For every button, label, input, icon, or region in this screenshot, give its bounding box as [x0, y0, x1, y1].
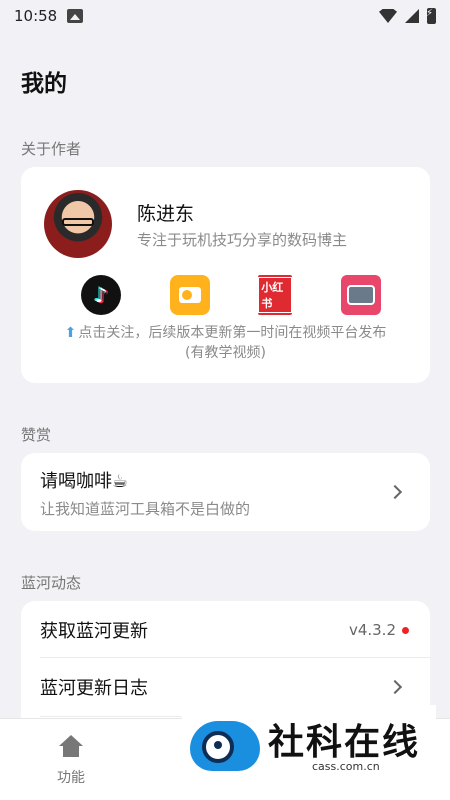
update-dot-badge: [402, 627, 409, 634]
reward-subtitle: 让我知道蓝河工具箱不是白做的: [40, 500, 251, 518]
reward-title: 请喝咖啡☕: [40, 471, 129, 492]
chevron-right-icon: [387, 679, 403, 695]
douyin-icon[interactable]: ♪: [81, 275, 121, 315]
platform-links: ♪ 小红书: [81, 275, 381, 315]
reward-coffee-row[interactable]: 请喝咖啡☕ 让我知道蓝河工具箱不是白做的: [21, 453, 430, 531]
xhs-logo-text: 小红书: [258, 277, 293, 313]
author-avatar[interactable]: [44, 190, 112, 258]
author-name: 陈进东: [137, 203, 195, 225]
author-card: 陈进东 专注于玩机技巧分享的数码博主 ♪ 小红书 ⬆ 点击关注，后续版本更新第一时…: [21, 167, 430, 383]
wifi-icon: [379, 9, 397, 23]
watermark-overlay: 社科在线 cass.com.cn: [182, 705, 436, 787]
watermark-title: 社科在线: [268, 722, 421, 763]
follow-note[interactable]: ⬆ 点击关注，后续版本更新第一时间在视频平台发布 (有教学视频): [21, 323, 430, 363]
follow-note-line1: 点击关注，后续版本更新第一时间在视频平台发布: [78, 325, 387, 341]
author-bio: 专注于玩机技巧分享的数码博主: [137, 231, 348, 249]
section-label-updates: 蓝河动态: [21, 574, 82, 592]
battery-charging-icon: [426, 8, 436, 24]
signal-icon: [405, 9, 419, 23]
watermark-subtitle: cass.com.cn: [312, 760, 380, 773]
section-label-reward: 赞赏: [21, 426, 52, 444]
nav-label-features: 功能: [57, 770, 85, 786]
nav-item-features[interactable]: 功能: [31, 735, 111, 787]
home-icon: [59, 735, 83, 757]
section-label-about-author: 关于作者: [21, 140, 82, 158]
changelog-title: 蓝河更新日志: [40, 678, 148, 699]
status-icons: [379, 8, 436, 24]
watermark-logo: [190, 715, 260, 771]
arrow-up-icon: ⬆: [64, 325, 77, 341]
kuaishou-icon[interactable]: [169, 275, 210, 315]
image-notification-icon: [67, 9, 84, 23]
get-update-row[interactable]: 获取蓝河更新 v4.3.2: [21, 601, 430, 657]
get-update-title: 获取蓝河更新: [40, 621, 148, 642]
chevron-right-icon: [387, 484, 403, 500]
version-label: v4.3.2: [348, 621, 396, 639]
status-bar: 10:58: [0, 0, 450, 32]
status-time: 10:58: [14, 7, 58, 25]
bilibili-tv-icon[interactable]: [340, 275, 381, 315]
follow-note-line2: (有教学视频): [185, 345, 266, 361]
xiaohongshu-icon[interactable]: 小红书: [258, 275, 293, 315]
page-title: 我的: [21, 71, 67, 97]
